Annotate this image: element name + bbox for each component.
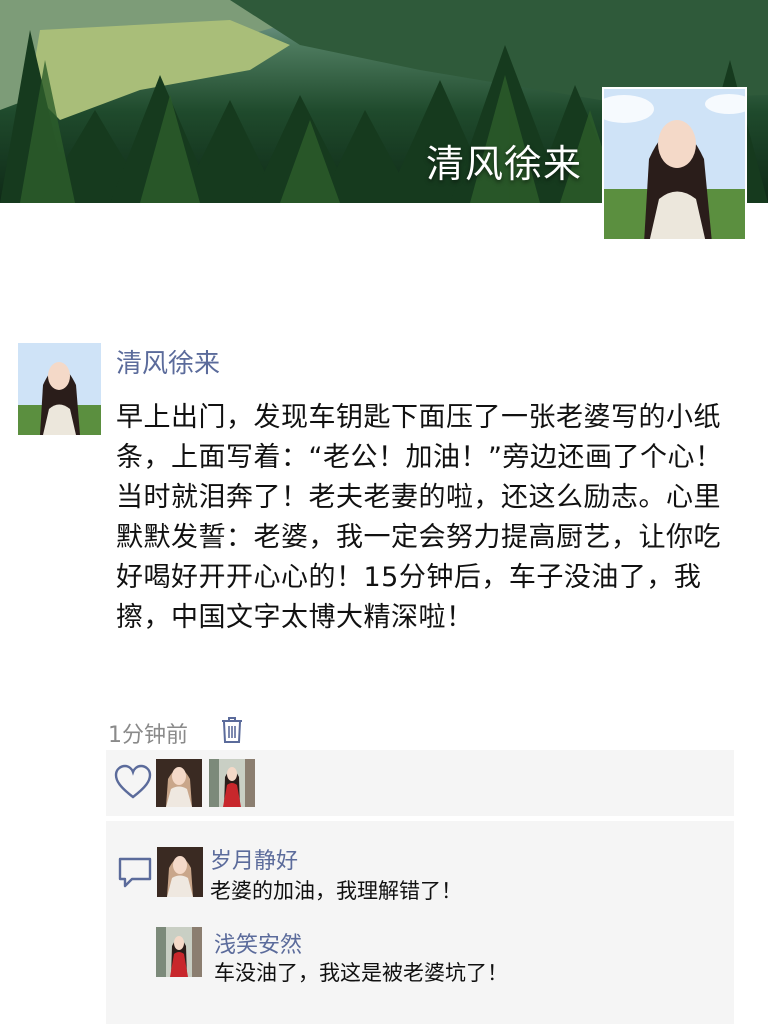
post-author-avatar[interactable] [18, 343, 101, 435]
cover-username: 清风徐来 [425, 142, 582, 186]
comments-panel: 岁月静好 老婆的加油，我理解错了！ 浅笑安然 车没油了，我这是被老婆坑了！ [106, 821, 734, 1024]
post-text: 早上出门，发现车钥匙下面压了一张老婆写的小纸条，上面写着：“老公！加油！”旁边还… [116, 402, 723, 633]
liker-avatar[interactable] [209, 759, 255, 807]
avatar-girl-white-dress [604, 89, 745, 239]
avatar-girl-white-dress [157, 847, 203, 897]
avatar-girl-white-dress [156, 759, 202, 807]
delete-icon[interactable] [221, 716, 243, 744]
liker-avatar[interactable] [156, 759, 202, 807]
likes-divider [106, 818, 734, 820]
commenter-avatar[interactable] [157, 847, 203, 897]
comment-text[interactable]: 老婆的加油，我理解错了！ [210, 875, 462, 905]
cover-avatar[interactable] [602, 87, 747, 241]
avatar-girl-red-dress [156, 927, 202, 977]
post-timestamp: 1分钟前 [108, 723, 188, 748]
commenter-name[interactable]: 浅笑安然 [214, 927, 302, 959]
avatar-girl-red-dress [209, 759, 255, 807]
comment-icon [116, 853, 154, 891]
commenter-name[interactable]: 岁月静好 [210, 843, 298, 875]
comment-text[interactable]: 车没油了，我这是被老婆坑了！ [214, 957, 508, 987]
heart-icon [114, 764, 152, 800]
likes-panel [106, 750, 734, 816]
avatar-girl-white-dress [18, 343, 101, 435]
post-author-name[interactable]: 清风徐来 [116, 343, 220, 380]
commenter-avatar[interactable] [156, 927, 202, 977]
